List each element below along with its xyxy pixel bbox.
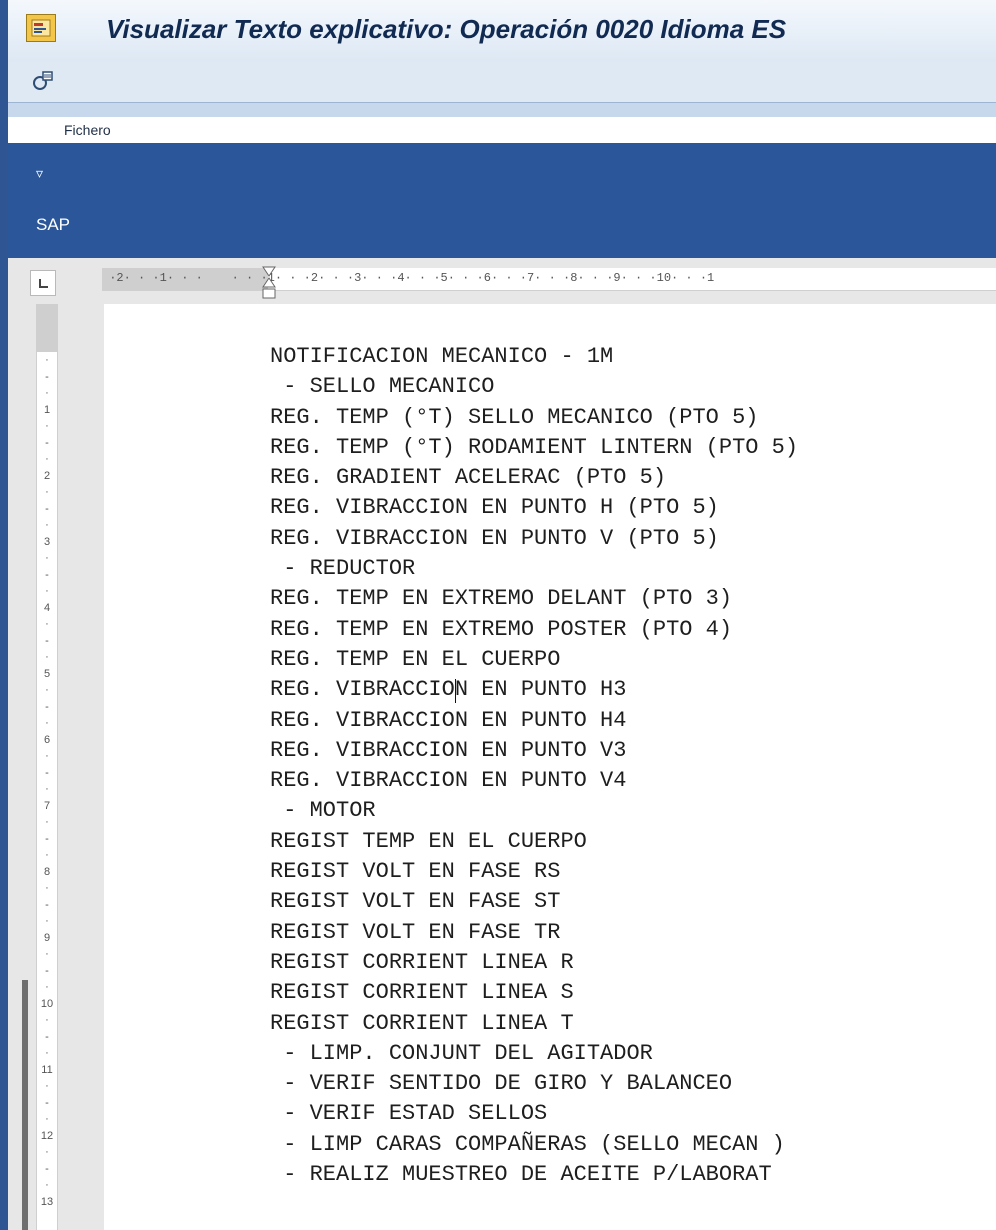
ruler-mark: 2 [116, 271, 124, 285]
ruler-mark: 6 [43, 733, 51, 746]
document-line: - VERIF SENTIDO DE GIRO Y BALANCEO [270, 1071, 733, 1097]
ruler-mark: 9 [613, 271, 621, 285]
document-line: REG. VIBRACCION EN PUNTO H4 [270, 707, 627, 733]
ruler-mark: 11 [41, 1063, 53, 1076]
scroll-indicator[interactable] [22, 980, 28, 1230]
horizontal-ruler[interactable]: ·2· · ·1· · · · · ·1· · ·2· · ·3· · ·4· … [102, 268, 996, 291]
ruler-mark: 7 [43, 799, 51, 812]
ruler-mark: 6 [483, 271, 491, 285]
document-page[interactable]: NOTIFICACION MECANICO - 1M - SELLO MECAN… [104, 304, 996, 1230]
document-line: - LIMP. CONJUNT DEL AGITADOR [270, 1040, 653, 1066]
document-line: NOTIFICACION MECANICO - 1M [270, 344, 614, 369]
document-line: REG. TEMP (°T) RODAMIENT LINTERN (PTO 5) [270, 434, 799, 460]
document-line: REG. VIBRACCION EN PUNTO H (PTO 5) [270, 495, 719, 521]
ruler-mark: 10 [656, 271, 672, 285]
left-tab-icon [39, 279, 48, 288]
document-line: REG. VIBRACCION EN PUNTO V4 [270, 768, 627, 794]
title-bar: Visualizar Texto explicativo: Operación … [8, 0, 996, 62]
document-line: REGIST CORRIENT LINEA R [270, 949, 574, 975]
ribbon-tab-sap[interactable]: SAP [36, 215, 70, 235]
ruler-mark: 10 [40, 997, 54, 1010]
document-line: REG. GRADIENT ACELERAC (PTO 5) [270, 465, 667, 491]
toolbar [8, 62, 996, 103]
window-frame-left [0, 0, 8, 1230]
ruler-ticks: ·2· · ·1· · · · · ·1· · ·2· · ·3· · ·4· … [102, 271, 715, 285]
document-line: REG. VIBRACCION EN PUNTO H3 [270, 677, 627, 703]
document-line: REG. TEMP EN EXTREMO POSTER (PTO 4) [270, 616, 733, 642]
document-line: - REDUCTOR [270, 556, 416, 582]
ruler-mark: 5 [440, 271, 448, 285]
window-separator [8, 103, 996, 117]
document-line: - SELLO MECANICO [270, 374, 495, 400]
document-line: REG. TEMP EN EL CUERPO [270, 646, 561, 672]
ruler-mark: 2 [310, 271, 319, 285]
document-line: - MOTOR [270, 798, 376, 824]
document-line: REG. VIBRACCION EN PUNTO V (PTO 5) [270, 525, 719, 551]
vertical-ruler[interactable]: · - · 1 · - · 2 · - · 3 · - · 4 · - · 5 · - · 6 · - · 7 · - · 8 · - · 9 · - · 1… [36, 304, 58, 1230]
document-line: - VERIF ESTAD SELLOS [270, 1101, 548, 1127]
ruler-margin [37, 304, 57, 352]
ribbon: ▿ SAP [8, 143, 996, 258]
text-cursor [455, 679, 456, 703]
document-line: - REALIZ MUESTREO DE ACEITE P/LABORAT [270, 1162, 772, 1188]
document-line: - LIMP CARAS COMPAÑERAS (SELLO MECAN ) [270, 1131, 785, 1157]
window-title: Visualizar Texto explicativo: Operación … [106, 14, 787, 44]
ruler-mark: 5 [43, 667, 51, 680]
ruler-mark: 1 [159, 271, 167, 285]
document-line: REG. TEMP (°T) SELLO MECANICO (PTO 5) [270, 404, 759, 430]
document-line: REGIST VOLT EN FASE ST [270, 889, 561, 915]
menu-fichero[interactable]: Fichero [64, 122, 111, 138]
ruler-mark: 4 [43, 601, 51, 614]
document-line: REGIST CORRIENT LINEA T [270, 1010, 574, 1036]
ruler-mark: 9 [43, 931, 51, 944]
ruler-mark: 1 [43, 403, 51, 416]
quick-access-dropdown-icon[interactable]: ▿ [36, 165, 43, 182]
tab-selector-button[interactable] [30, 270, 56, 296]
document-text[interactable]: NOTIFICACION MECANICO - 1M - SELLO MECAN… [270, 342, 798, 1190]
indent-marker-icon[interactable] [262, 266, 276, 306]
ruler-mark: 4 [397, 271, 405, 285]
menu-bar: Fichero [8, 117, 996, 143]
document-line: REGIST VOLT EN FASE TR [270, 919, 561, 945]
vertical-ruler-marks: · - · 1 · - · 2 · - · 3 · - · 4 · - · 5 · - · 6 · - · 7 · - · 8 · - · 9 · - · 1… [39, 352, 55, 1210]
sap-window-icon[interactable] [26, 14, 56, 42]
ruler-mark: 8 [43, 865, 51, 878]
ruler-mark: 1 [707, 271, 715, 285]
ruler-mark: 12 [40, 1129, 54, 1142]
document-line: REGIST TEMP EN EL CUERPO [270, 828, 587, 854]
ruler-mark: 3 [43, 535, 51, 548]
document-line: REG. TEMP EN EXTREMO DELANT (PTO 3) [270, 586, 733, 612]
document-line: REG. VIBRACCION EN PUNTO V3 [270, 737, 627, 763]
document-line: REGIST VOLT EN FASE RS [270, 859, 561, 885]
ruler-mark: 13 [40, 1195, 54, 1208]
ruler-mark: 2 [43, 469, 51, 482]
document-line: REGIST CORRIENT LINEA S [270, 980, 574, 1006]
customize-layout-icon[interactable] [32, 70, 56, 94]
